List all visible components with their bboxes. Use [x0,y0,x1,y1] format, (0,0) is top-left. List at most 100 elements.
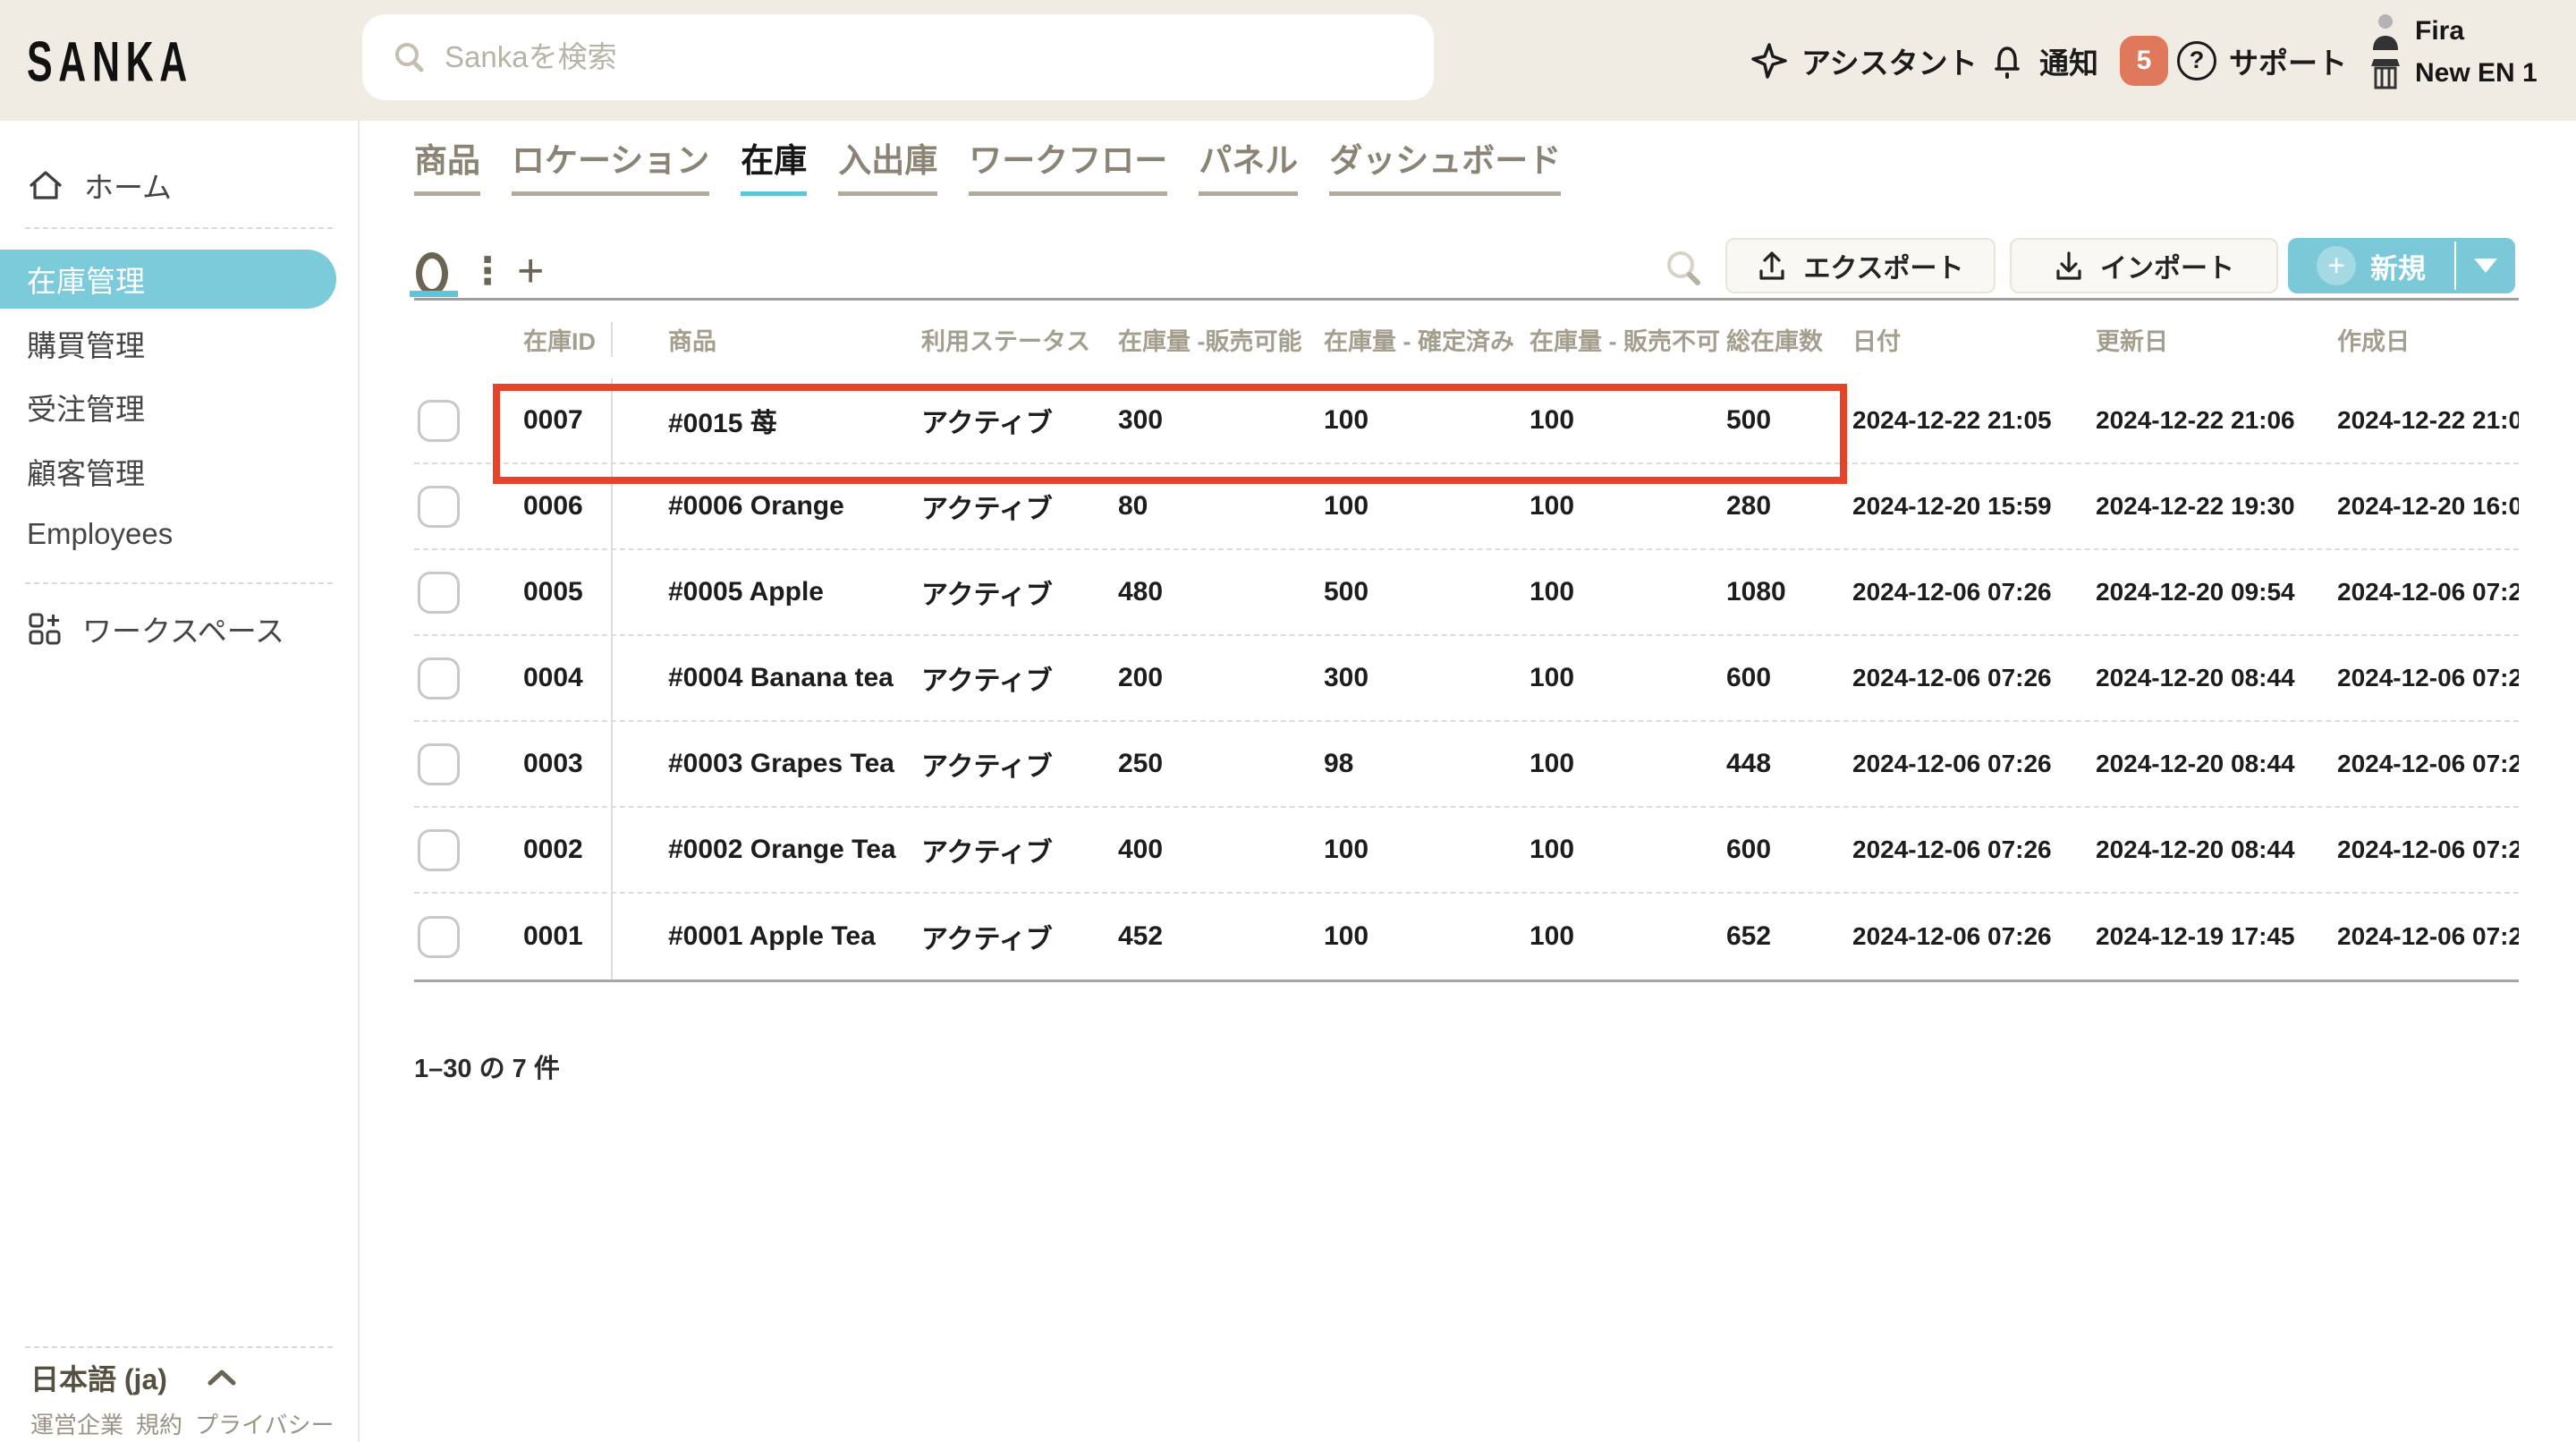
row-checkbox[interactable] [418,829,460,871]
new-button[interactable]: + 新規 [2288,238,2454,293]
row-checkbox[interactable] [418,743,460,785]
sidebar-item-inventory[interactable]: 在庫管理 [0,250,336,309]
row-checkbox[interactable] [418,400,460,442]
cell-total: 652 [1726,894,1852,980]
sidebar-item-orders[interactable]: 受注管理 [0,378,358,436]
cell-available: 300 [1118,378,1324,462]
link-privacy[interactable]: プライバシー [195,1407,334,1440]
add-view-icon[interactable]: + [517,244,544,298]
row-checkbox[interactable] [418,572,460,614]
cell-total: 448 [1726,722,1852,806]
table-row[interactable]: 0006 #0006 Orange アクティブ 80 100 100 280 2… [414,464,2519,550]
assistant-button[interactable]: アシスタント [1750,0,1978,121]
table-row[interactable]: 0004 #0004 Banana tea アクティブ 200 300 100 … [414,636,2519,722]
cell-stock-id: 0005 [465,550,611,634]
cell-committed: 100 [1324,378,1530,462]
link-company[interactable]: 運営企業 [30,1407,123,1440]
plus-icon: + [2317,246,2356,285]
cell-updated: 2024-12-20 08:44 [2096,722,2337,806]
tab-workflow[interactable]: ワークフロー [969,133,1167,196]
workspace-name: New EN 1 [2415,58,2538,89]
main-content: 商品 ロケーション 在庫 入出庫 ワークフロー パネル ダッシュボード ⋮ + … [360,121,2576,1442]
section-tabs: 商品 ロケーション 在庫 入出庫 ワークフロー パネル ダッシュボード [414,133,1561,196]
tab-panel[interactable]: パネル [1199,133,1298,196]
column-header-total: 総在庫数 [1726,322,1852,357]
tab-inventory[interactable]: 在庫 [741,133,807,196]
row-checkbox[interactable] [418,916,460,958]
new-dropdown-button[interactable] [2456,238,2515,293]
column-header-stock-id: 在庫ID [465,322,611,357]
cell-created: 2024-12-20 16:0 [2337,464,2519,548]
row-checkbox[interactable] [418,657,460,700]
app-logo[interactable]: SANKA [27,30,193,94]
sidebar-item-workspace[interactable]: ワークスペース [0,600,358,657]
sidebar-footer-links: 運営企業 規約 プライバシー [30,1407,335,1440]
column-header-committed: 在庫量 - 確定済み [1324,322,1530,357]
cell-status: アクティブ [921,550,1118,634]
tab-dashboard[interactable]: ダッシュボード [1329,133,1561,196]
table-row[interactable]: 0005 #0005 Apple アクティブ 480 500 100 1080 … [414,550,2519,636]
question-icon: ? [2177,41,2216,81]
link-terms[interactable]: 規約 [136,1407,182,1440]
notifications-button[interactable]: 通知 5 [1987,0,2168,121]
tab-products[interactable]: 商品 [414,133,480,196]
language-selector[interactable]: 日本語 (ja) [30,1357,237,1398]
cell-available: 80 [1118,464,1324,548]
cell-status: アクティブ [921,808,1118,892]
column-header-updated: 更新日 [2096,322,2337,357]
column-header-product: 商品 [611,322,921,357]
search-input[interactable] [445,40,1339,74]
table-row-highlighted[interactable]: 0007 #0015 苺 アクティブ 300 100 100 500 2024-… [414,378,2519,464]
result-count: 1–30 の 7 件 [414,1048,560,1085]
support-button[interactable]: ? サポート [2177,0,2347,121]
table-row[interactable]: 0003 #0003 Grapes Tea アクティブ 250 98 100 4… [414,722,2519,808]
cell-total: 500 [1726,378,1852,462]
column-header-status: 利用ステータス [921,322,1118,357]
cell-unavailable: 100 [1530,464,1726,548]
sparkle-icon [1750,41,1789,81]
cell-available: 400 [1118,808,1324,892]
export-label: エクスポート [1803,246,1963,285]
sidebar-item-purchasing[interactable]: 購買管理 [0,315,358,372]
table-row[interactable]: 0001 #0001 Apple Tea アクティブ 452 100 100 6… [414,894,2519,980]
sidebar-divider [25,582,333,584]
sidebar-item-home[interactable]: ホーム [0,157,358,214]
import-button[interactable]: インポート [2010,238,2278,293]
global-search [362,14,1434,100]
sidebar-item-employees[interactable]: Employees [0,505,358,563]
export-button[interactable]: エクスポート [1725,238,1996,293]
tab-locations[interactable]: ロケーション [512,133,709,196]
more-options-icon[interactable]: ⋮ [469,249,506,293]
cell-product: #0015 苺 [611,378,921,462]
sidebar-item-label: 顧客管理 [27,450,145,493]
cell-total: 1080 [1726,550,1852,634]
cell-created: 2024-12-06 07:2 [2337,894,2519,980]
chevron-up-icon [207,1369,237,1387]
tab-inout[interactable]: 入出庫 [838,133,937,196]
cell-unavailable: 100 [1530,636,1726,720]
cell-updated: 2024-12-20 08:44 [2096,808,2337,892]
workspace-icon [2368,55,2402,91]
cell-product: #0005 Apple [611,550,921,634]
sidebar-item-customers[interactable]: 顧客管理 [0,443,358,500]
download-icon [2054,250,2084,282]
cell-committed: 100 [1324,464,1530,548]
cell-unavailable: 100 [1530,378,1726,462]
view-tab-icon[interactable] [416,252,448,295]
user-name: Fira [2415,16,2464,47]
cell-created: 2024-12-06 07:2 [2337,722,2519,806]
cell-stock-id: 0003 [465,722,611,806]
cell-unavailable: 100 [1530,808,1726,892]
sidebar-item-label: 受注管理 [27,386,145,428]
table-row[interactable]: 0002 #0002 Orange Tea アクティブ 400 100 100 … [414,808,2519,894]
cell-created: 2024-12-06 07:2 [2337,550,2519,634]
user-menu[interactable]: Fira New EN 1 [2368,13,2538,91]
cell-available: 480 [1118,550,1324,634]
row-checkbox[interactable] [418,486,460,528]
cell-date: 2024-12-06 07:26 [1852,894,2096,980]
cell-date: 2024-12-20 15:59 [1852,464,2096,548]
cell-product: #0004 Banana tea [611,636,921,720]
table-search-icon[interactable] [1664,248,1705,289]
cell-status: アクティブ [921,464,1118,548]
sidebar-item-label: ホーム [84,164,172,207]
